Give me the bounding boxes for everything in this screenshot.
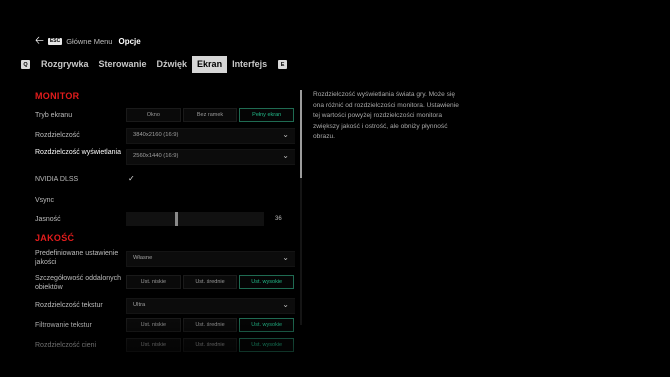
display-resolution-value: 2560x1440 (16:9) [133, 153, 179, 159]
shadow-res-option-low[interactable]: Ust. niskie [126, 338, 181, 352]
main-menu-link[interactable]: Główne Menu [66, 37, 112, 46]
resolution-value: 3840x2160 (16:9) [133, 132, 179, 138]
chevron-down-icon: ⌄ [282, 151, 289, 160]
chevron-down-icon: ⌄ [282, 253, 289, 262]
texture-filter-label: Filtrowanie tekstur [35, 322, 92, 329]
section-monitor-title: MONITOR [35, 91, 80, 101]
tab-dzwiek[interactable]: Dźwięk [152, 56, 193, 73]
dlss-label: NVIDIA DLSS [35, 176, 79, 183]
shadow-res-segmented: Ust. niskie Ust. średnie Ust. wysokie [126, 338, 295, 352]
shadow-res-option-medium[interactable]: Ust. średnie [182, 338, 238, 352]
brightness-slider-handle[interactable] [175, 212, 178, 226]
texture-filter-option-high[interactable]: Ust. wysokie [239, 318, 295, 332]
distant-detail-option-high[interactable]: Ust. wysokie [239, 275, 295, 289]
quality-preset-value: Własne [133, 255, 153, 261]
breadcrumb: 🡠 ESC Główne Menu Opcje [35, 35, 141, 47]
screen-mode-option-window[interactable]: Okno [126, 108, 181, 122]
tab-next-key-e[interactable]: E [278, 60, 288, 69]
quality-preset-dropdown[interactable]: Własne ⌄ [126, 251, 295, 267]
distant-detail-option-low[interactable]: Ust. niskie [126, 275, 181, 289]
brightness-slider[interactable] [126, 212, 264, 226]
tab-prev-key-q[interactable]: Q [21, 60, 30, 69]
distant-detail-segmented: Ust. niskie Ust. średnie Ust. wysokie [126, 275, 295, 289]
brightness-label: Jasność [35, 216, 61, 223]
vsync-checkbox[interactable] [128, 195, 138, 205]
screen-mode-label: Tryb ekranu [35, 112, 73, 119]
display-resolution-label: Rozdzielczość wyświetlania [35, 149, 121, 156]
screen-mode-segmented: Okno Bez ramek Pełny ekran [126, 108, 295, 122]
screen-mode-option-borderless[interactable]: Bez ramek [182, 108, 238, 122]
quality-preset-label: Predefiniowane ustawienie jakości [35, 250, 119, 266]
chevron-down-icon: ⌄ [282, 130, 289, 139]
texture-res-dropdown[interactable]: Ultra ⌄ [126, 298, 295, 314]
texture-filter-segmented: Ust. niskie Ust. średnie Ust. wysokie [126, 318, 295, 332]
screen-mode-option-fullscreen[interactable]: Pełny ekran [239, 108, 295, 122]
settings-list: MONITOR Tryb ekranu Okno Bez ramek Pełny… [35, 88, 295, 358]
distant-detail-option-medium[interactable]: Ust. średnie [182, 275, 238, 289]
setting-description: Rozdzielczość wyświetlania świata gry. M… [313, 91, 459, 140]
texture-res-label: Rozdzielczość tekstur [35, 302, 103, 309]
shadow-res-option-high[interactable]: Ust. wysokie [239, 338, 295, 352]
checkmark-icon[interactable]: ✓ [128, 174, 135, 183]
resolution-dropdown[interactable]: 3840x2160 (16:9) ⌄ [126, 128, 295, 144]
chevron-down-icon: ⌄ [282, 300, 289, 309]
arrow-left-icon[interactable]: 🡠 [35, 35, 44, 47]
esc-key-badge[interactable]: ESC [47, 37, 63, 45]
texture-filter-option-low[interactable]: Ust. niskie [126, 318, 181, 332]
page-title: Opcje [118, 36, 141, 46]
vsync-label: Vsync [35, 197, 55, 204]
distant-detail-label: Szczegółowość oddalonych obiektów [35, 275, 121, 291]
shadow-res-label: Rozdzielczość cieni [35, 342, 97, 349]
tab-sterowanie[interactable]: Sterowanie [94, 56, 152, 73]
tab-rozgrywka[interactable]: Rozgrywka [36, 56, 94, 73]
scrollbar-thumb[interactable] [300, 90, 302, 178]
tab-bar: Q Rozgrywka Sterowanie Dźwięk Ekran Inte… [21, 56, 288, 73]
section-quality-title: JAKOŚĆ [35, 233, 75, 243]
tab-ekran[interactable]: Ekran [192, 56, 228, 73]
brightness-value: 36 [275, 216, 282, 222]
tab-interfejs[interactable]: Interfejs [227, 56, 272, 73]
texture-res-value: Ultra [133, 302, 146, 308]
resolution-label: Rozdzielczość [35, 132, 80, 139]
display-resolution-dropdown[interactable]: 2560x1440 (16:9) ⌄ [126, 149, 295, 165]
texture-filter-option-medium[interactable]: Ust. średnie [182, 318, 238, 332]
